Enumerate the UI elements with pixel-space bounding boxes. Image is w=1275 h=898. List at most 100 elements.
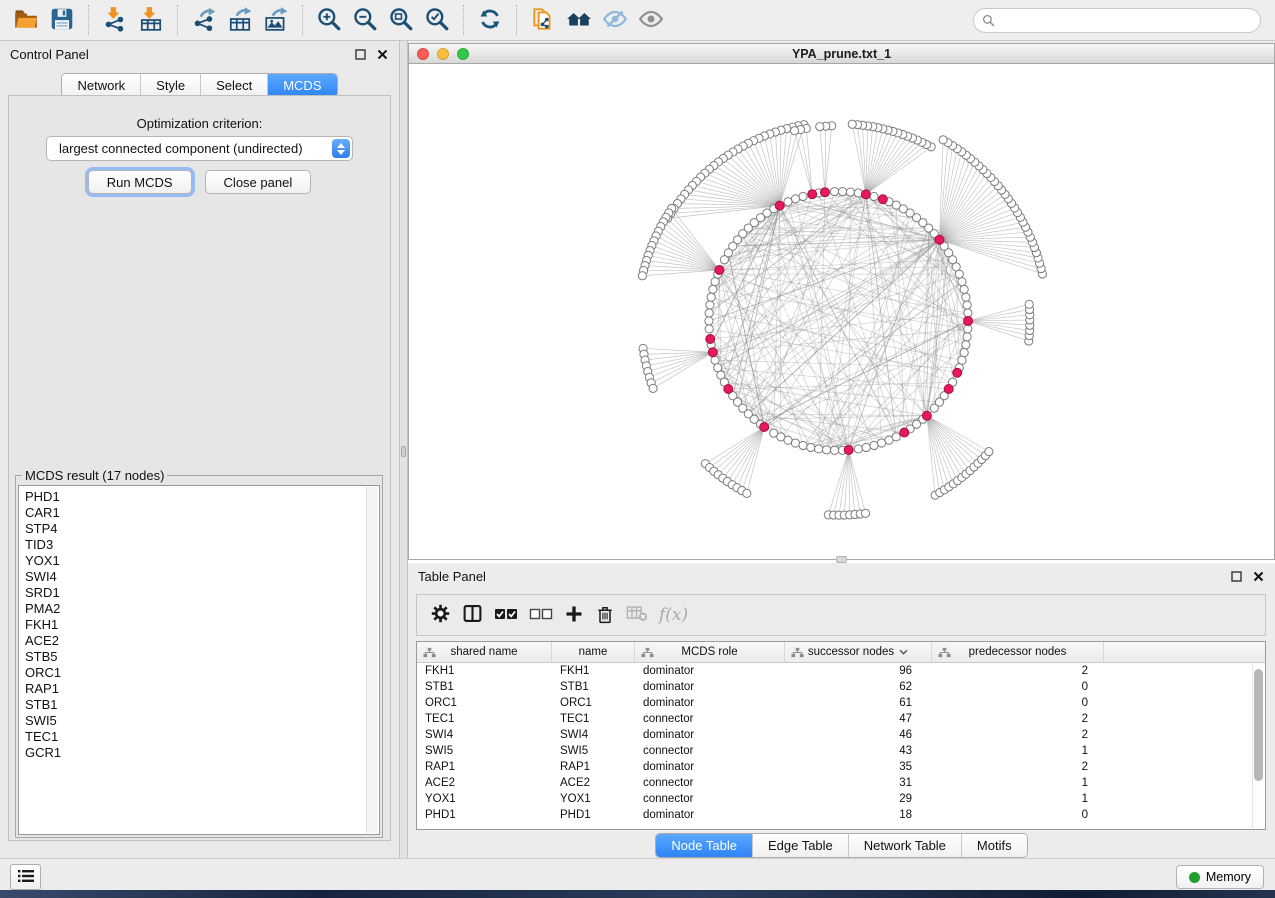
table-row[interactable]: RAP1RAP1dominator352 bbox=[417, 759, 1265, 775]
export-table-button[interactable] bbox=[222, 2, 258, 38]
search-input[interactable] bbox=[995, 13, 1260, 27]
right-region: YPA_prune.txt_1 Table Panel f(x) shared … bbox=[408, 41, 1275, 858]
table-settings-button[interactable] bbox=[430, 603, 451, 627]
mcds-result-item[interactable]: TID3 bbox=[25, 537, 379, 553]
table-cell: PHD1 bbox=[417, 807, 552, 823]
export-image-button[interactable] bbox=[258, 2, 294, 38]
delete-column-button[interactable] bbox=[595, 604, 615, 627]
splitter-grip[interactable] bbox=[401, 446, 406, 457]
refresh-view-button[interactable] bbox=[472, 2, 508, 38]
run-mcds-button[interactable]: Run MCDS bbox=[88, 170, 192, 194]
tab-style[interactable]: Style bbox=[140, 74, 200, 97]
mcds-result-item[interactable]: ORC1 bbox=[25, 665, 379, 681]
eye-slash-icon bbox=[602, 6, 628, 35]
mcds-result-item[interactable]: ACE2 bbox=[25, 633, 379, 649]
table-row[interactable]: FKH1FKH1dominator962 bbox=[417, 663, 1265, 679]
close-panel-icon-button[interactable] bbox=[375, 48, 389, 62]
zoom-in-button[interactable] bbox=[311, 2, 347, 38]
mcds-list-scrollbar[interactable] bbox=[366, 487, 378, 833]
column-header-name[interactable]: name bbox=[552, 642, 635, 662]
mcds-result-item[interactable]: SWI4 bbox=[25, 569, 379, 585]
toolbar-separator bbox=[516, 5, 517, 35]
table-panel-tabs: Node TableEdge TableNetwork TableMotifs bbox=[655, 833, 1027, 858]
mcds-result-item[interactable]: CAR1 bbox=[25, 505, 379, 521]
table-row[interactable]: SWI4SWI4dominator462 bbox=[417, 727, 1265, 743]
float-table-panel-button[interactable] bbox=[1229, 570, 1243, 584]
mcds-result-item[interactable]: GCR1 bbox=[25, 745, 379, 761]
table-cell: dominator bbox=[635, 663, 785, 679]
mcds-result-group: MCDS result (17 nodes) PHD1CAR1STP4TID3Y… bbox=[15, 468, 383, 838]
table-cell: 43 bbox=[785, 743, 932, 759]
export-table-icon bbox=[227, 6, 253, 35]
mcds-result-item[interactable]: SWI5 bbox=[25, 713, 379, 729]
close-panel-button[interactable]: Close panel bbox=[205, 170, 312, 194]
table-row[interactable]: PHD1PHD1dominator180 bbox=[417, 807, 1265, 823]
mcds-result-item[interactable]: SRD1 bbox=[25, 585, 379, 601]
table-scrollbar-thumb[interactable] bbox=[1254, 669, 1263, 781]
mcds-result-item[interactable]: STP4 bbox=[25, 521, 379, 537]
mcds-result-item[interactable]: STB1 bbox=[25, 697, 379, 713]
minimize-window-traffic-light[interactable] bbox=[437, 48, 449, 60]
tab-network-table[interactable]: Network Table bbox=[848, 834, 961, 857]
splitter-grip[interactable] bbox=[836, 556, 847, 563]
table-row[interactable]: SWI5SWI5connector431 bbox=[417, 743, 1265, 759]
tab-motifs[interactable]: Motifs bbox=[961, 834, 1027, 857]
tab-node-table[interactable]: Node Table bbox=[656, 834, 752, 857]
optimization-criterion-label: Optimization criterion: bbox=[9, 116, 390, 131]
export-network-button[interactable] bbox=[186, 2, 222, 38]
table-row[interactable]: YOX1YOX1connector291 bbox=[417, 791, 1265, 807]
export-image-icon bbox=[263, 6, 289, 35]
table-row[interactable]: TEC1TEC1connector472 bbox=[417, 711, 1265, 727]
mcds-result-item[interactable]: STB5 bbox=[25, 649, 379, 665]
clone-network-button[interactable] bbox=[525, 2, 561, 38]
import-table-button[interactable] bbox=[133, 2, 169, 38]
mcds-result-item[interactable]: RAP1 bbox=[25, 681, 379, 697]
show-all-button[interactable] bbox=[633, 2, 669, 38]
column-header-successor-nodes[interactable]: successor nodes bbox=[785, 642, 932, 662]
zoom-fit-button[interactable] bbox=[383, 2, 419, 38]
mcds-result-list[interactable]: PHD1CAR1STP4TID3YOX1SWI4SRD1PMA2FKH1ACE2… bbox=[18, 485, 380, 835]
save-session-button[interactable] bbox=[44, 2, 80, 38]
mcds-result-item[interactable]: TEC1 bbox=[25, 729, 379, 745]
close-table-panel-button[interactable] bbox=[1251, 570, 1265, 584]
zoom-selected-button[interactable] bbox=[419, 2, 455, 38]
column-visibility-button[interactable] bbox=[462, 603, 483, 627]
table-cell: connector bbox=[635, 791, 785, 807]
table-cell: 0 bbox=[932, 679, 1104, 695]
first-neighbors-button[interactable] bbox=[561, 2, 597, 38]
tab-edge-table[interactable]: Edge Table bbox=[752, 834, 848, 857]
hide-selected-button[interactable] bbox=[597, 2, 633, 38]
memory-button[interactable]: Memory bbox=[1176, 865, 1264, 889]
table-cell: STB1 bbox=[417, 679, 552, 695]
task-history-button[interactable] bbox=[10, 864, 41, 890]
columns-icon bbox=[462, 603, 483, 627]
open-file-button[interactable] bbox=[8, 2, 44, 38]
select-all-rows-button[interactable] bbox=[494, 607, 518, 624]
tab-network[interactable]: Network bbox=[62, 74, 140, 97]
tab-select[interactable]: Select bbox=[200, 74, 267, 97]
deselect-all-rows-button[interactable] bbox=[529, 607, 553, 624]
zoom-out-button[interactable] bbox=[347, 2, 383, 38]
add-column-button[interactable] bbox=[564, 604, 584, 627]
maximize-window-traffic-light[interactable] bbox=[457, 48, 469, 60]
float-panel-button[interactable] bbox=[353, 48, 367, 62]
column-header-MCDS-role[interactable]: MCDS role bbox=[635, 642, 785, 662]
table-row[interactable]: ORC1ORC1dominator610 bbox=[417, 695, 1265, 711]
tab-mcds[interactable]: MCDS bbox=[267, 74, 336, 97]
eye-icon bbox=[638, 6, 664, 35]
column-header-shared-name[interactable]: shared name bbox=[417, 642, 552, 662]
mcds-result-item[interactable]: YOX1 bbox=[25, 553, 379, 569]
column-header-predecessor-nodes[interactable]: predecessor nodes bbox=[932, 642, 1104, 662]
optimization-criterion-select[interactable]: largest connected component (undirected) bbox=[46, 136, 353, 161]
table-scrollbar[interactable] bbox=[1252, 664, 1264, 828]
table-row[interactable]: ACE2ACE2connector311 bbox=[417, 775, 1265, 791]
mcds-result-item[interactable]: FKH1 bbox=[25, 617, 379, 633]
table-row[interactable]: STB1STB1dominator620 bbox=[417, 679, 1265, 695]
close-window-traffic-light[interactable] bbox=[417, 48, 429, 60]
network-canvas[interactable] bbox=[408, 64, 1275, 560]
network-graph[interactable] bbox=[409, 64, 1274, 559]
mcds-result-item[interactable]: PHD1 bbox=[25, 489, 379, 505]
mcds-result-item[interactable]: PMA2 bbox=[25, 601, 379, 617]
import-network-button[interactable] bbox=[97, 2, 133, 38]
vertical-splitter[interactable] bbox=[400, 41, 408, 858]
